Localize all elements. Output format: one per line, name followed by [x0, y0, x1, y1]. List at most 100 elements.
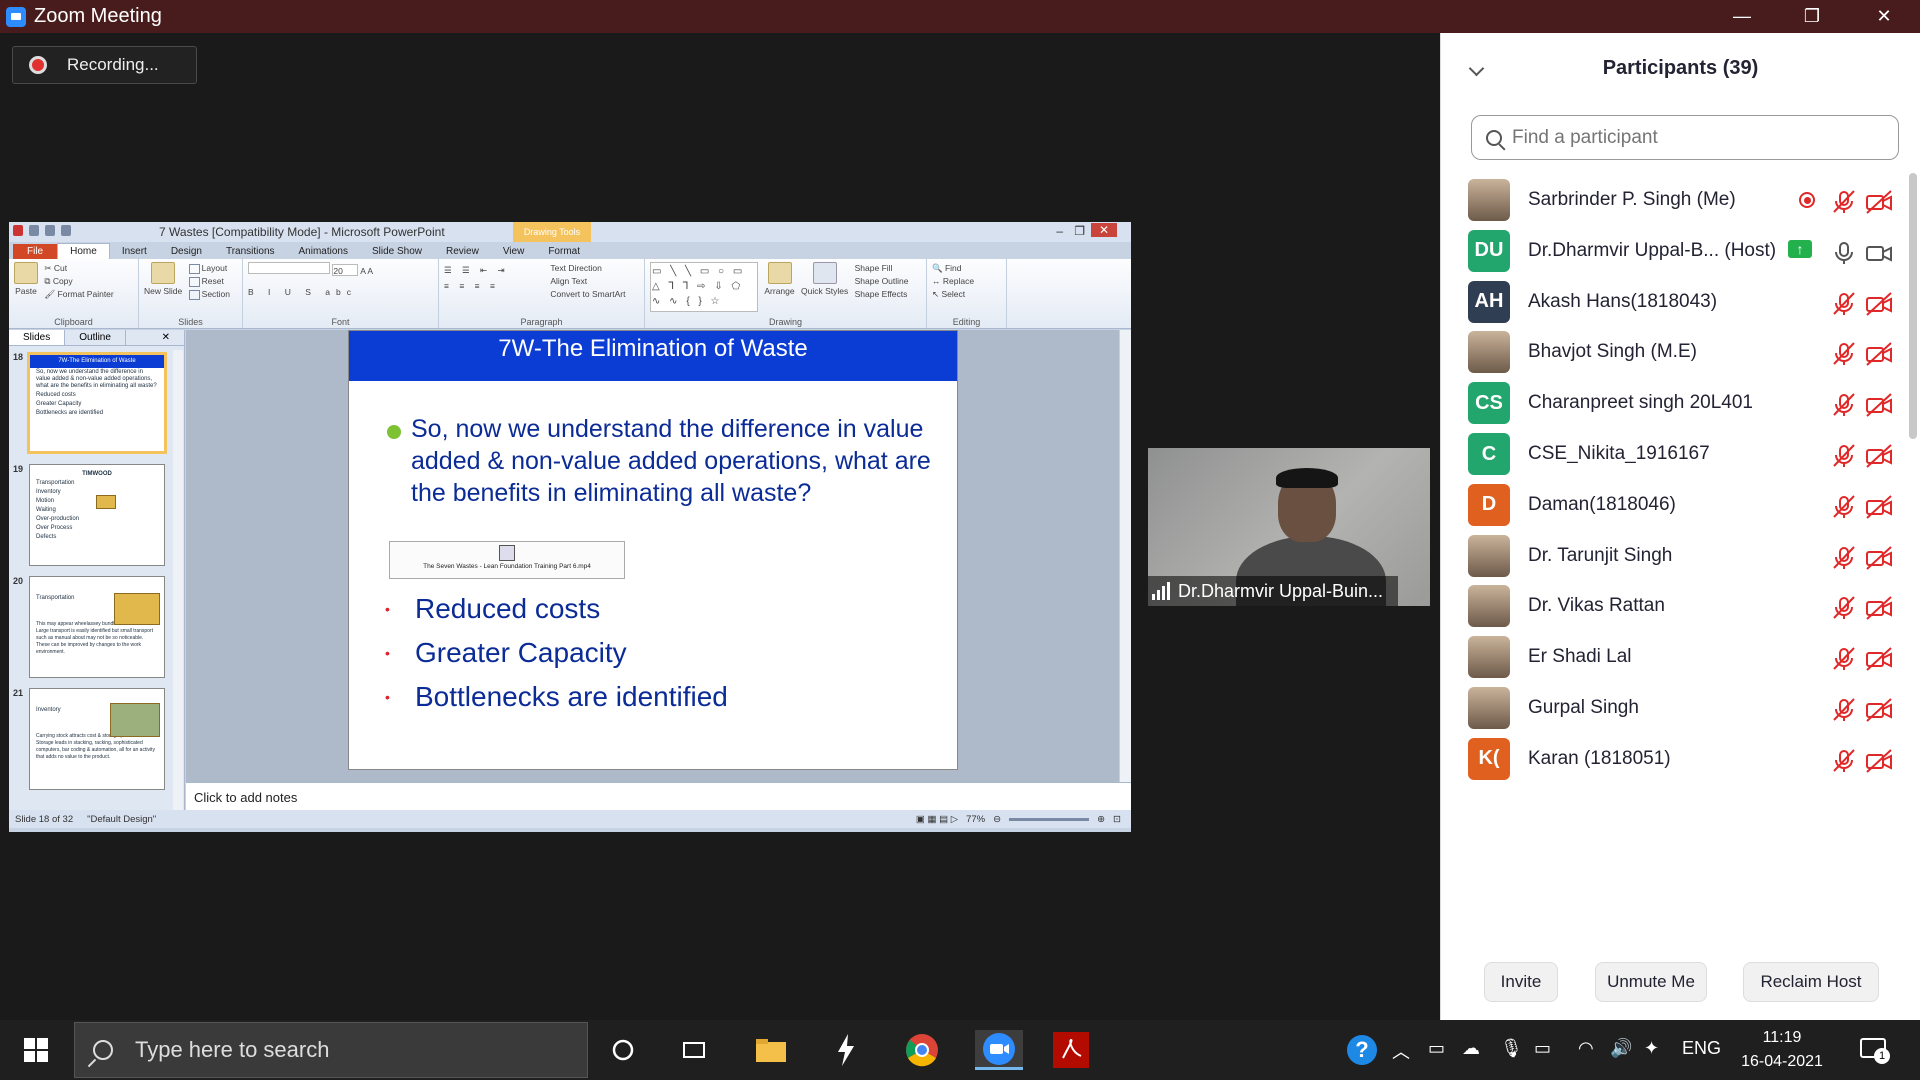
- slides-pane: Slides Outline ✕ 18 7W-The Elimination o…: [9, 330, 185, 810]
- tab-format[interactable]: Format: [536, 244, 592, 259]
- text-direction-button[interactable]: Text Direction: [550, 262, 625, 275]
- tab-slides[interactable]: Slides: [9, 330, 66, 345]
- invite-button[interactable]: Invite: [1484, 962, 1558, 1002]
- convert-smartart-button[interactable]: Convert to SmartArt: [550, 288, 625, 301]
- ppt-title: 7 Wastes [Compatibility Mode] - Microsof…: [159, 225, 445, 239]
- ppt-minimize-button[interactable]: –: [1056, 224, 1063, 238]
- camera-off-icon: [1865, 749, 1892, 773]
- tab-insert[interactable]: Insert: [110, 244, 159, 259]
- save-icon[interactable]: [29, 225, 39, 236]
- avatar: DU: [1468, 229, 1510, 272]
- zoom-in-button[interactable]: ⊕: [1097, 814, 1105, 825]
- arrange-button[interactable]: Arrange: [764, 262, 795, 296]
- ppt-title-bar: 7 Wastes [Compatibility Mode] - Microsof…: [9, 222, 1131, 242]
- shape-fill-button[interactable]: Shape Fill: [855, 262, 909, 275]
- participant-row[interactable]: Kuldeep Singh 1916306: [1441, 779, 1907, 789]
- new-slide-button[interactable]: New Slide: [144, 262, 182, 296]
- tab-outline[interactable]: Outline: [65, 330, 126, 345]
- video-tile[interactable]: Dr.Dharmvir Uppal-Buin...: [1148, 448, 1430, 606]
- task-view-icon[interactable]: [672, 1030, 716, 1070]
- tab-animations[interactable]: Animations: [287, 244, 360, 259]
- tab-home[interactable]: Home: [57, 243, 110, 259]
- slide-scrollbar[interactable]: [1119, 330, 1131, 782]
- help-icon[interactable]: ?: [1340, 1030, 1384, 1070]
- paste-button[interactable]: Paste: [14, 262, 38, 296]
- recording-indicator[interactable]: Recording...: [12, 46, 197, 84]
- replace-button[interactable]: ↔ Replace: [932, 275, 1001, 288]
- tab-transitions[interactable]: Transitions: [214, 244, 287, 259]
- font-size-box[interactable]: 20: [332, 264, 359, 276]
- zoom-out-button[interactable]: ⊖: [993, 814, 1001, 825]
- camera-off-icon: [1865, 596, 1892, 621]
- minimize-button[interactable]: —: [1714, 0, 1770, 33]
- undo-icon[interactable]: [45, 225, 55, 236]
- tray-mic-icon[interactable]: 🎙: [1500, 1038, 1523, 1059]
- font-name-box[interactable]: [248, 262, 330, 274]
- align-text-button[interactable]: Align Text: [550, 275, 625, 288]
- tab-slide-show[interactable]: Slide Show: [360, 244, 434, 259]
- cut-button[interactable]: ✂ Cut: [44, 262, 113, 275]
- app-lightning-icon[interactable]: [824, 1030, 868, 1070]
- copy-button[interactable]: ⧉ Copy: [44, 275, 113, 288]
- pane-close-icon[interactable]: ✕: [147, 330, 184, 345]
- zoom-taskbar-icon[interactable]: [975, 1030, 1023, 1070]
- shape-effects-button[interactable]: Shape Effects: [855, 288, 909, 301]
- redo-icon[interactable]: [61, 225, 71, 236]
- view-buttons[interactable]: ▣ ▦ ▤ ▷: [916, 814, 958, 825]
- acrobat-icon[interactable]: [1051, 1030, 1091, 1070]
- wifi-icon[interactable]: ◠: [1578, 1038, 1594, 1059]
- close-button[interactable]: ✕: [1856, 0, 1912, 33]
- dropbox-icon[interactable]: ✦: [1644, 1038, 1659, 1059]
- slide-thumbnail-20[interactable]: 20 Transportation This may appear wheela…: [9, 574, 185, 680]
- ppt-close-button[interactable]: ✕: [1090, 223, 1117, 237]
- embedded-video[interactable]: The Seven Wastes - Lean Foundation Train…: [389, 541, 625, 579]
- taskbar-search[interactable]: Type here to search: [74, 1022, 588, 1078]
- slide-title: 7W-The Elimination of Waste: [349, 331, 957, 381]
- slides-pane-scrollbar[interactable]: [173, 350, 183, 810]
- language-indicator[interactable]: ENG: [1682, 1038, 1721, 1059]
- tray-cloud-icon[interactable]: ☁: [1462, 1038, 1480, 1059]
- battery-icon[interactable]: ▭: [1534, 1038, 1551, 1059]
- cortana-icon[interactable]: [601, 1030, 645, 1070]
- fit-slide-button[interactable]: ⊡: [1113, 814, 1121, 825]
- paragraph-buttons[interactable]: ☰ ☰ ⇤ ⇥ ≡ ≡ ≡ ≡: [444, 262, 548, 294]
- slide-thumbnail-18[interactable]: 18 7W-The Elimination of Waste So, now w…: [9, 350, 185, 456]
- avatar: AH: [1468, 280, 1510, 323]
- participant-list-scrollbar[interactable]: [1909, 169, 1917, 787]
- slide-thumbnail-19[interactable]: 19 TIMWOOD Transportation Inventory Moti…: [9, 462, 185, 568]
- tray-device-icon[interactable]: ▭: [1428, 1038, 1445, 1059]
- zoom-slider[interactable]: [1009, 817, 1090, 821]
- unmute-me-button[interactable]: Unmute Me: [1595, 962, 1707, 1002]
- participant-search[interactable]: [1471, 115, 1899, 160]
- find-button[interactable]: 🔍 Find: [932, 262, 1001, 275]
- tab-view[interactable]: View: [491, 244, 537, 259]
- layout-button[interactable]: Layout: [188, 262, 230, 275]
- ppt-restore-button[interactable]: ❐: [1074, 224, 1085, 238]
- reclaim-host-button[interactable]: Reclaim Host: [1743, 962, 1879, 1002]
- tab-review[interactable]: Review: [434, 244, 491, 259]
- notifications-icon[interactable]: 1: [1858, 1034, 1890, 1064]
- format-painter-button[interactable]: 🖌 Format Painter: [44, 288, 113, 301]
- reset-button[interactable]: Reset: [188, 275, 230, 288]
- participant-search-input[interactable]: [1512, 126, 1852, 149]
- slide-thumbnail-21[interactable]: 21 Inventory Carrying stock attracts cos…: [9, 686, 185, 792]
- shapes-gallery[interactable]: ▭ ╲ ╲ ▭ ○ ▭ △ ⅂ ⅂ ⇨ ⇩ ⬠ ∿ ∿ { } ☆: [650, 262, 758, 312]
- section-button[interactable]: Section: [188, 288, 230, 301]
- file-explorer-icon[interactable]: [749, 1030, 793, 1070]
- tab-design[interactable]: Design: [159, 244, 214, 259]
- tab-file[interactable]: File: [13, 244, 58, 259]
- drawing-group: ▭ ╲ ╲ ▭ ○ ▭ △ ⅂ ⅂ ⇨ ⇩ ⬠ ∿ ∿ { } ☆ Arrange …: [645, 259, 927, 328]
- start-button[interactable]: [14, 1030, 58, 1070]
- select-button[interactable]: ↖ Select: [932, 288, 1001, 301]
- volume-icon[interactable]: 🔊: [1610, 1038, 1632, 1059]
- chrome-icon[interactable]: [900, 1030, 944, 1070]
- tray-chevron-icon[interactable]: ︿: [1392, 1038, 1410, 1064]
- font-label: Font: [331, 317, 350, 327]
- notes-pane[interactable]: Click to add notes: [186, 782, 1131, 810]
- restore-button[interactable]: ❐: [1784, 0, 1840, 33]
- current-slide[interactable]: 7W-The Elimination of Waste So, now we u…: [348, 330, 958, 770]
- shape-outline-button[interactable]: Shape Outline: [855, 275, 909, 288]
- quick-styles-button[interactable]: Quick Styles: [801, 262, 848, 296]
- system-clock[interactable]: 11:19 16-04-2021: [1722, 1026, 1842, 1074]
- font-format-buttons[interactable]: B I U S abc: [248, 286, 433, 299]
